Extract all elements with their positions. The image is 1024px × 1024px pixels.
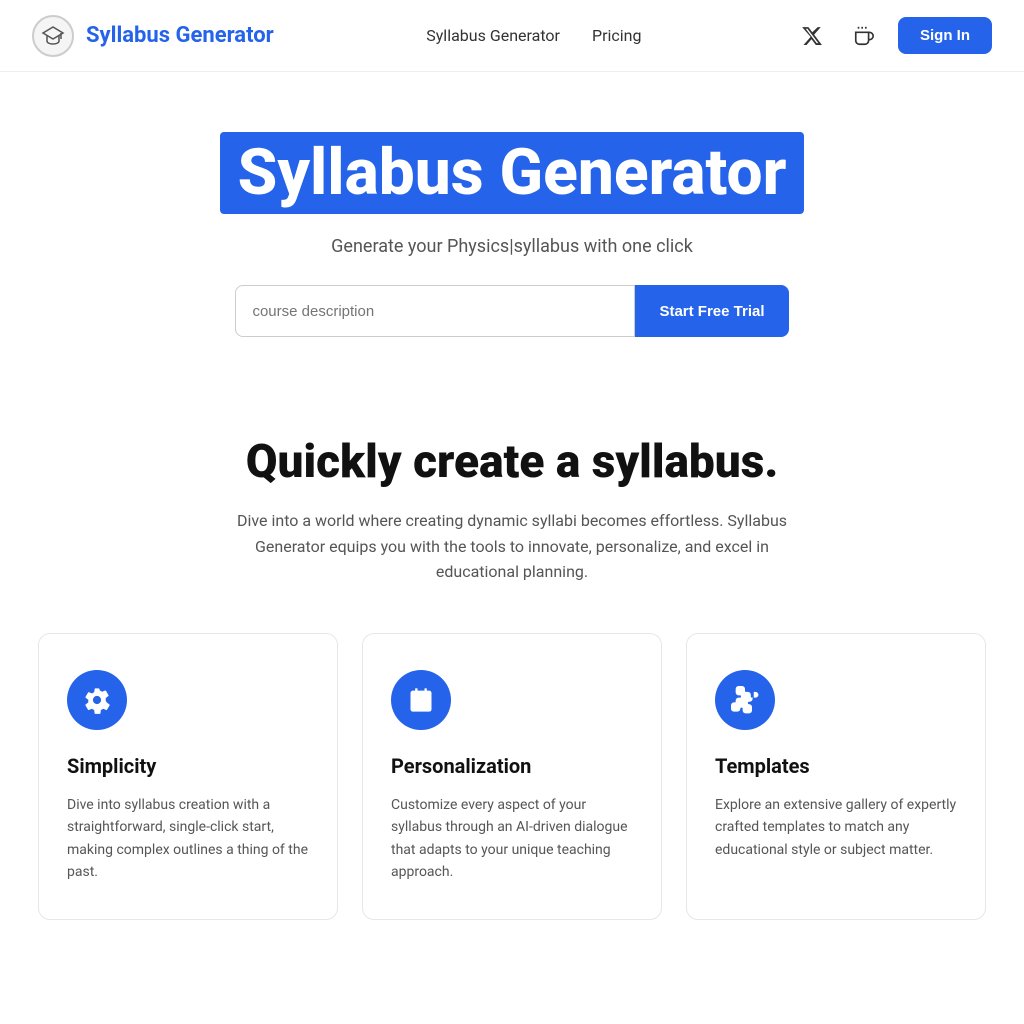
start-free-trial-button[interactable]: Start Free Trial xyxy=(635,285,788,337)
coffee-button[interactable] xyxy=(846,18,882,54)
card-icon-simplicity xyxy=(67,670,127,730)
puzzle-icon xyxy=(731,686,759,714)
hero-subtitle: Generate your Physics|syllabus with one … xyxy=(331,236,693,257)
nav-right: Sign In xyxy=(794,17,992,54)
nav-link-syllabus[interactable]: Syllabus Generator xyxy=(426,26,560,45)
signin-button[interactable]: Sign In xyxy=(898,17,992,54)
gear-icon xyxy=(83,686,111,714)
features-heading: Quickly create a syllabus. xyxy=(246,437,779,488)
card-icon-personalization xyxy=(391,670,451,730)
hero-title-wrapper: Syllabus Generator xyxy=(220,132,805,214)
twitter-button[interactable] xyxy=(794,18,830,54)
graduation-cap-icon xyxy=(41,24,65,48)
card-personalization: Personalization Customize every aspect o… xyxy=(362,633,662,921)
card-text-templates: Explore an extensive gallery of expertly… xyxy=(715,794,957,861)
twitter-icon xyxy=(801,25,823,47)
nav-link-pricing[interactable]: Pricing xyxy=(592,26,642,45)
logo-circle xyxy=(32,15,74,57)
card-title-templates: Templates xyxy=(715,754,957,778)
hero-section: Syllabus Generator Generate your Physics… xyxy=(0,72,1024,377)
card-title-personalization: Personalization xyxy=(391,754,633,778)
hero-input-row: Start Free Trial xyxy=(235,285,788,337)
cards-row: Simplicity Dive into syllabus creation w… xyxy=(32,633,992,921)
course-description-input[interactable] xyxy=(235,285,635,337)
navbar: Syllabus Generator Syllabus Generator Pr… xyxy=(0,0,1024,72)
calendar-icon xyxy=(407,686,435,714)
card-simplicity: Simplicity Dive into syllabus creation w… xyxy=(38,633,338,921)
coffee-icon xyxy=(853,25,875,47)
hero-title: Syllabus Generator xyxy=(238,138,787,208)
nav-brand[interactable]: Syllabus Generator xyxy=(86,23,274,48)
card-icon-templates xyxy=(715,670,775,730)
features-description: Dive into a world where creating dynamic… xyxy=(232,508,792,585)
card-text-personalization: Customize every aspect of your syllabus … xyxy=(391,794,633,884)
features-section: Quickly create a syllabus. Dive into a w… xyxy=(0,377,1024,960)
nav-center: Syllabus Generator Pricing xyxy=(426,26,641,45)
nav-left: Syllabus Generator xyxy=(32,15,274,57)
card-templates: Templates Explore an extensive gallery o… xyxy=(686,633,986,921)
card-text-simplicity: Dive into syllabus creation with a strai… xyxy=(67,794,309,884)
card-title-simplicity: Simplicity xyxy=(67,754,309,778)
